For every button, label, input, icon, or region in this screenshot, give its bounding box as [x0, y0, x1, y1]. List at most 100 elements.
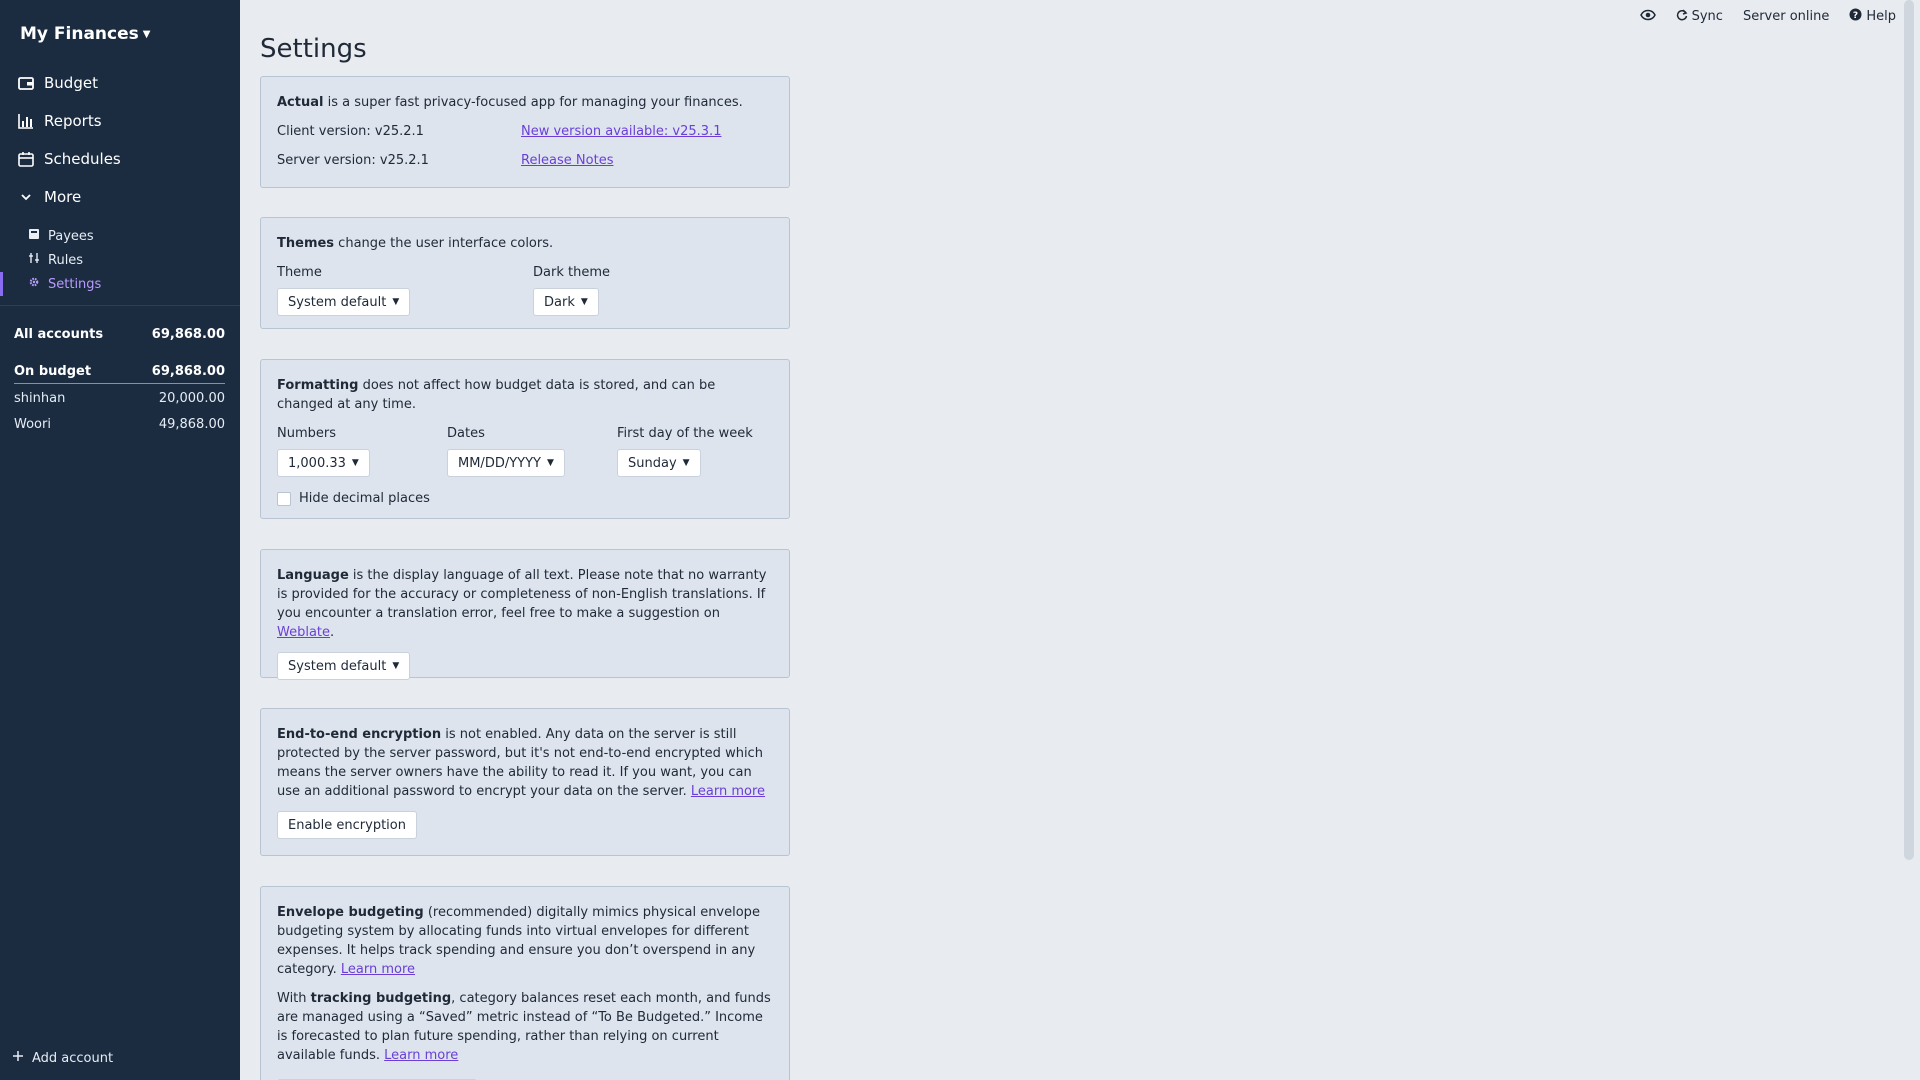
encryption-heading: End-to-end encryption [277, 727, 442, 742]
sidebar-item-payees[interactable]: Payees [0, 224, 240, 248]
account-balance: 20,000.00 [158, 390, 225, 406]
nav-item-schedules[interactable]: Schedules [0, 140, 240, 178]
hide-decimal-row: Hide decimal places [277, 489, 773, 508]
numbers-field: Numbers 1,000.33 ▼ [277, 424, 447, 477]
language-select[interactable]: System default ▼ [277, 652, 411, 680]
about-description: Actual is a super fast privacy-focused a… [277, 93, 773, 112]
sidebar-item-label: Payees [48, 228, 94, 244]
account-name: On budget [14, 364, 92, 379]
server-status-label: Server online [1742, 9, 1830, 24]
caret-down-icon: ▼ [580, 296, 588, 307]
envelope-heading: Envelope budgeting [277, 905, 424, 920]
language-value: System default [288, 658, 387, 674]
nav-label: More [44, 188, 82, 206]
dark-theme-select[interactable]: Dark ▼ [533, 288, 599, 316]
language-card: Language is the display language of all … [260, 549, 790, 680]
theme-field: Theme System default ▼ [277, 263, 533, 316]
bar-chart-icon [18, 113, 34, 129]
nav-label: Budget [44, 74, 98, 92]
nav-label: Schedules [44, 150, 121, 168]
theme-label: Theme [277, 265, 322, 280]
sync-label: Sync [1691, 9, 1723, 24]
themes-text: change the user interface colors. [334, 236, 554, 251]
page-scrollbar[interactable] [1904, 0, 1914, 860]
first-day-value: Sunday [628, 455, 677, 471]
envelope-description: Envelope budgeting (recommended) digital… [277, 903, 773, 979]
tracking-description: With tracking budgeting, category balanc… [277, 989, 773, 1065]
sidebar-item-rules[interactable]: Rules [0, 248, 240, 272]
client-version-row: Client version: v25.2.1 New version avai… [277, 122, 773, 141]
eye-icon [1639, 9, 1656, 25]
dates-select[interactable]: MM/DD/YYYY ▼ [447, 449, 565, 477]
themes-card: Themes change the user interface colors.… [260, 217, 790, 329]
account-balance: 69,868.00 [151, 326, 225, 342]
top-bar: Sync Server online ? Help [1639, 8, 1896, 25]
language-text: is the display language of all text. Ple… [277, 568, 767, 621]
payees-icon [28, 228, 40, 244]
first-day-select[interactable]: Sunday ▼ [617, 449, 701, 477]
enable-encryption-button[interactable]: Enable encryption [277, 811, 417, 839]
caret-down-icon: ▼ [546, 457, 554, 468]
privacy-toggle-button[interactable] [1639, 9, 1656, 25]
dates-field: Dates MM/DD/YYYY ▼ [447, 424, 617, 477]
sliders-icon [28, 252, 40, 268]
calendar-icon [18, 151, 34, 167]
sidebar-item-label: Rules [48, 252, 84, 268]
tracking-learn-more-link[interactable]: Learn more [384, 1048, 458, 1063]
dark-theme-value: Dark [544, 294, 575, 310]
all-accounts-row[interactable]: All accounts 69,868.00 [14, 322, 225, 346]
account-balance: 69,868.00 [151, 364, 225, 379]
formatting-heading: Formatting [277, 378, 359, 393]
main-nav: Budget Reports Schedules More Payees Rul… [0, 64, 240, 296]
numbers-label: Numbers [277, 426, 336, 441]
add-account-button[interactable]: Add account [12, 1050, 113, 1066]
client-version: Client version: v25.2.1 [277, 124, 424, 139]
hide-decimal-checkbox[interactable] [277, 491, 291, 506]
server-status-button[interactable]: Server online [1743, 9, 1829, 24]
about-text: is a super fast privacy-focused app for … [323, 95, 743, 110]
first-day-label: First day of the week [617, 426, 753, 441]
new-version-link[interactable]: New version available: v25.3.1 [521, 122, 721, 141]
hide-decimal-label[interactable]: Hide decimal places [299, 489, 430, 508]
weblate-link[interactable]: Weblate [277, 625, 330, 640]
tracking-prefix: With [277, 991, 311, 1006]
account-balance: 49,868.00 [158, 416, 225, 432]
encryption-description: End-to-end encryption is not enabled. An… [277, 725, 773, 801]
nav-item-budget[interactable]: Budget [0, 64, 240, 102]
nav-item-more[interactable]: More [0, 178, 240, 216]
sidebar: My Finances ▼ Budget Reports Schedules M… [0, 0, 240, 1080]
account-name: Woori [14, 416, 51, 432]
account-row-shinhan[interactable]: shinhan 20,000.00 [14, 386, 225, 410]
language-description: Language is the display language of all … [277, 566, 773, 642]
sidebar-item-label: Settings [48, 276, 102, 292]
budget-name-menu[interactable]: My Finances ▼ [20, 24, 150, 44]
on-budget-row[interactable]: On budget 69,868.00 [14, 360, 225, 384]
dark-theme-label: Dark theme [533, 265, 610, 280]
language-end: . [330, 625, 335, 640]
sidebar-divider [0, 305, 240, 306]
encryption-learn-more-link[interactable]: Learn more [691, 784, 765, 799]
theme-select[interactable]: System default ▼ [277, 288, 411, 316]
sync-button[interactable]: Sync [1676, 8, 1723, 25]
release-notes-link[interactable]: Release Notes [521, 151, 613, 170]
account-name: shinhan [14, 390, 66, 406]
encryption-card: End-to-end encryption is not enabled. An… [260, 708, 790, 856]
nav-label: Reports [44, 112, 102, 130]
themes-description: Themes change the user interface colors. [277, 234, 773, 253]
sidebar-item-settings[interactable]: Settings [0, 272, 240, 296]
theme-fields: Theme System default ▼ Dark theme Dark ▼ [277, 263, 773, 316]
caret-down-icon: ▼ [351, 457, 359, 468]
server-version: Server version: v25.2.1 [277, 153, 429, 168]
help-label: Help [1866, 9, 1896, 24]
gear-icon [28, 276, 40, 292]
account-row-woori[interactable]: Woori 49,868.00 [14, 412, 225, 436]
wallet-icon [18, 75, 34, 91]
nav-item-reports[interactable]: Reports [0, 102, 240, 140]
dark-theme-field: Dark theme Dark ▼ [533, 263, 610, 316]
svg-text:?: ? [1853, 11, 1858, 21]
numbers-select[interactable]: 1,000.33 ▼ [277, 449, 370, 477]
help-button[interactable]: ? Help [1849, 8, 1896, 25]
formatting-description: Formatting does not affect how budget da… [277, 376, 773, 414]
envelope-learn-more-link[interactable]: Learn more [341, 962, 415, 977]
dates-label: Dates [447, 426, 485, 441]
